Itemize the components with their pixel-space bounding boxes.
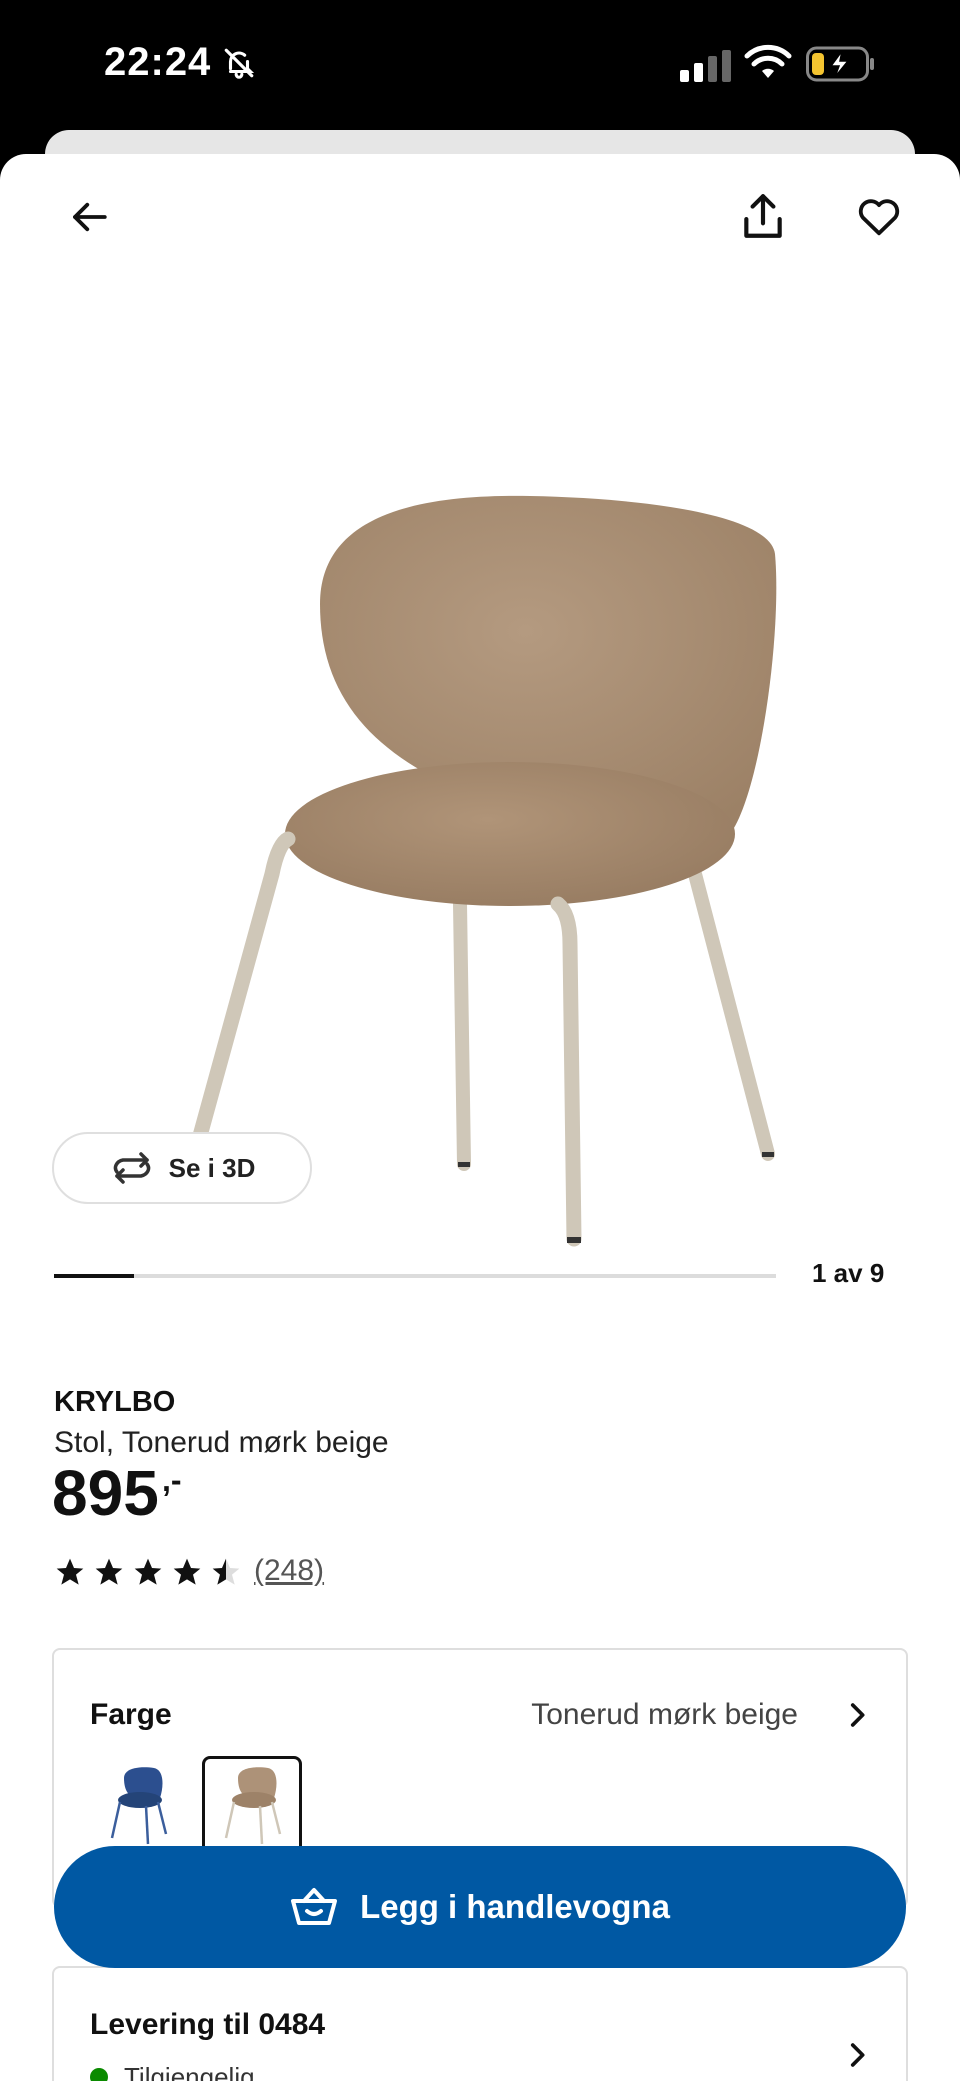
star-full-icon: [56, 1558, 84, 1585]
share-button[interactable]: [728, 182, 798, 252]
review-count-link[interactable]: (248): [254, 1554, 324, 1588]
color-swatch-beige[interactable]: [202, 1756, 302, 1856]
star-full-icon: [134, 1558, 162, 1585]
color-selected-value: Tonerud mørk beige: [531, 1698, 798, 1731]
favourite-button[interactable]: [844, 182, 914, 252]
product-gallery[interactable]: Se i 3D 1 av 9: [0, 304, 960, 1374]
add-to-cart-label: Legg i handlevogna: [360, 1888, 670, 1925]
gallery-progress-bar: [54, 1274, 776, 1278]
delivery-title: Levering til 0484: [90, 2008, 326, 2041]
delivery-info[interactable]: Levering til 0484 Tilgjengelig: [52, 1966, 908, 2081]
status-bar: 22:24: [0, 0, 960, 132]
color-swatch-blue[interactable]: [88, 1756, 188, 1856]
back-arrow-icon: [73, 202, 107, 232]
chevron-right-icon: [850, 2043, 865, 2067]
product-price-suffix: ,-: [162, 1462, 182, 1498]
share-icon: [744, 194, 782, 238]
chair-image: [176, 495, 777, 1247]
chevron-right-icon: [850, 1703, 865, 1727]
star-half-icon: [212, 1558, 240, 1585]
product-name: KRYLBO: [54, 1386, 176, 1418]
rating-stars[interactable]: [54, 1556, 242, 1588]
basket-icon: [291, 1888, 338, 1925]
color-label: Farge: [90, 1698, 172, 1731]
product-price: 895: [52, 1457, 159, 1529]
back-button[interactable]: [54, 182, 124, 252]
star-full-icon: [95, 1558, 123, 1585]
blue-chair-thumbnail: [110, 1767, 168, 1845]
heart-icon: [858, 199, 900, 236]
view-in-3d-label: Se i 3D: [168, 1152, 256, 1183]
add-to-cart-button[interactable]: Legg i handlevogna: [54, 1846, 906, 1968]
bell-slash-icon: [224, 48, 255, 79]
availability-status: Tilgjengelig: [124, 2062, 255, 2081]
availability-dot: [90, 2068, 108, 2081]
status-time: 22:24: [104, 40, 212, 84]
product-description: Stol, Tonerud mørk beige: [54, 1426, 389, 1459]
gallery-page-counter: 1 av 9: [812, 1258, 885, 1288]
wifi-icon: [744, 44, 792, 78]
rotate-3d-icon: [113, 1152, 150, 1184]
battery-charging-icon: [806, 46, 874, 82]
view-in-3d-button[interactable]: Se i 3D: [52, 1132, 312, 1204]
star-full-icon: [173, 1558, 201, 1585]
product-sheet: Se i 3D 1 av 9 KRYLBO Stol, Tonerud mørk…: [0, 154, 960, 2081]
beige-chair-thumbnail: [224, 1767, 282, 1845]
gallery-progress-fill: [54, 1274, 135, 1278]
cellular-signal-icon: [680, 50, 731, 82]
